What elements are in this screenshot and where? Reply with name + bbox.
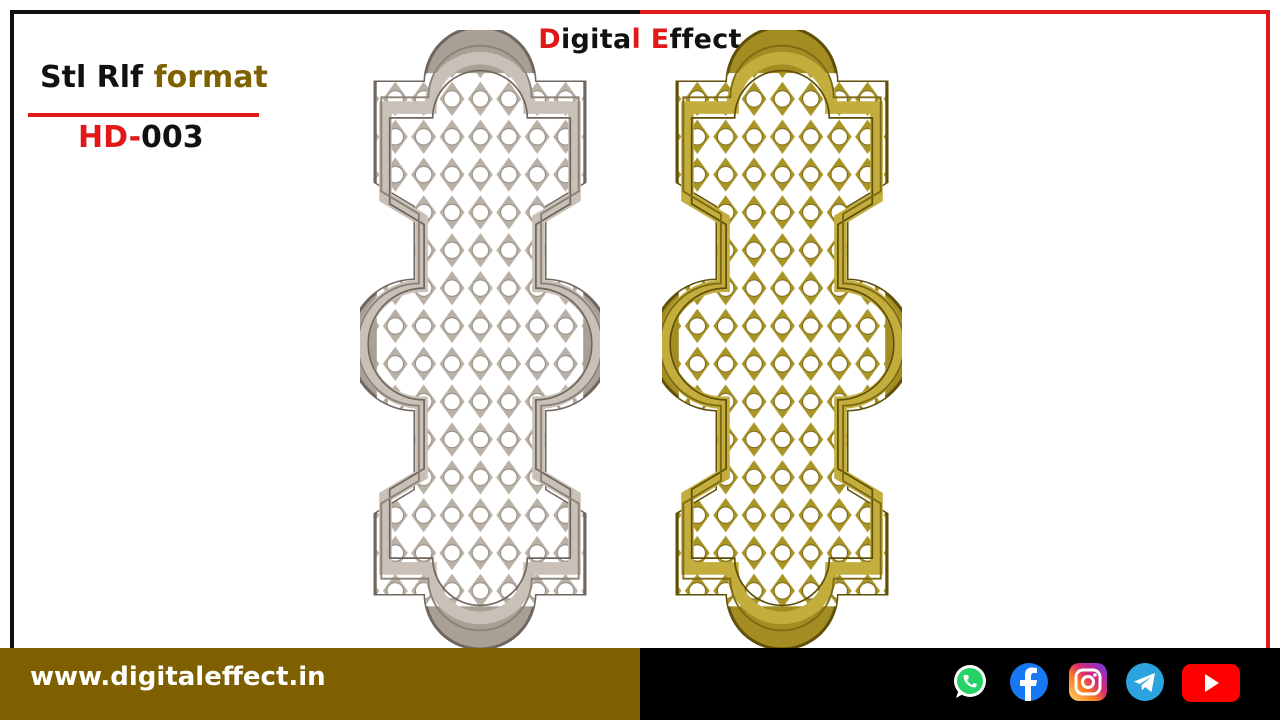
brand-title: Digital Effect [538,24,742,55]
divider-line [28,113,259,117]
instagram-icon[interactable] [1068,662,1108,702]
grey-panel-image [360,30,600,650]
design-code: HD-003 [78,120,204,155]
website-link[interactable]: www.digitaleffect.in [30,662,326,692]
facebook-icon[interactable] [1009,662,1049,702]
telegram-icon[interactable] [1125,662,1165,702]
gold-panel-image [662,30,902,650]
format-label: Stl Rlf format [40,60,268,95]
whatsapp-icon[interactable] [950,662,990,702]
youtube-icon[interactable] [1180,662,1242,702]
